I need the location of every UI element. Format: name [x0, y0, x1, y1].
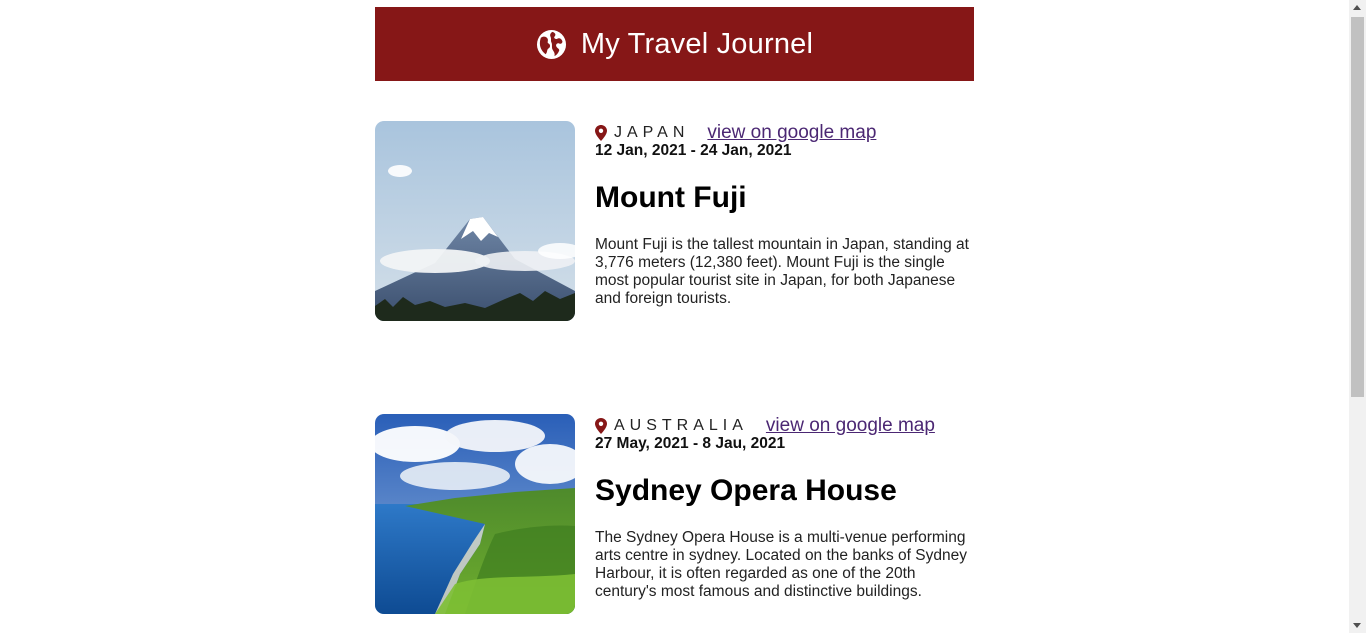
country-label: AUSTRALIA: [614, 417, 748, 434]
map-pin-icon: [595, 125, 607, 141]
entry-description: Mount Fuji is the tallest mountain in Ja…: [595, 236, 969, 307]
site-header: My Travel Journel: [375, 7, 974, 81]
entry-info: AUSTRALIA view on google map 27 May, 202…: [595, 414, 975, 601]
google-map-link[interactable]: view on google map: [766, 415, 935, 437]
country-label: JAPAN: [614, 124, 690, 141]
mount-fuji-photo: [375, 121, 575, 321]
trip-dates: 27 May, 2021 - 8 Jau, 2021: [595, 435, 786, 452]
entry-description: The Sydney Opera House is a multi-venue …: [595, 529, 967, 600]
page-title: My Travel Journel: [580, 27, 814, 60]
vertical-scrollbar[interactable]: [1349, 0, 1366, 633]
google-map-link[interactable]: view on google map: [707, 122, 876, 144]
map-pin-icon: [595, 418, 607, 434]
journal-entry: AUSTRALIA view on google map 27 May, 202…: [375, 414, 974, 629]
scrollbar-thumb[interactable]: [1351, 17, 1364, 397]
entry-title: Mount Fuji: [595, 181, 747, 214]
coastline-photo: [375, 414, 575, 614]
journal-entry: JAPAN view on google map 12 Jan, 2021 - …: [375, 121, 974, 336]
scroll-up-arrow-icon[interactable]: [1353, 5, 1361, 10]
globe-icon: [536, 29, 566, 59]
entry-title: Sydney Opera House: [595, 474, 897, 507]
trip-dates: 12 Jan, 2021 - 24 Jan, 2021: [595, 142, 792, 159]
scroll-down-arrow-icon[interactable]: [1353, 623, 1361, 628]
entry-info: JAPAN view on google map 12 Jan, 2021 - …: [595, 121, 975, 308]
travel-journal-page: My Travel Journel JAPAN view on google m…: [375, 7, 974, 614]
